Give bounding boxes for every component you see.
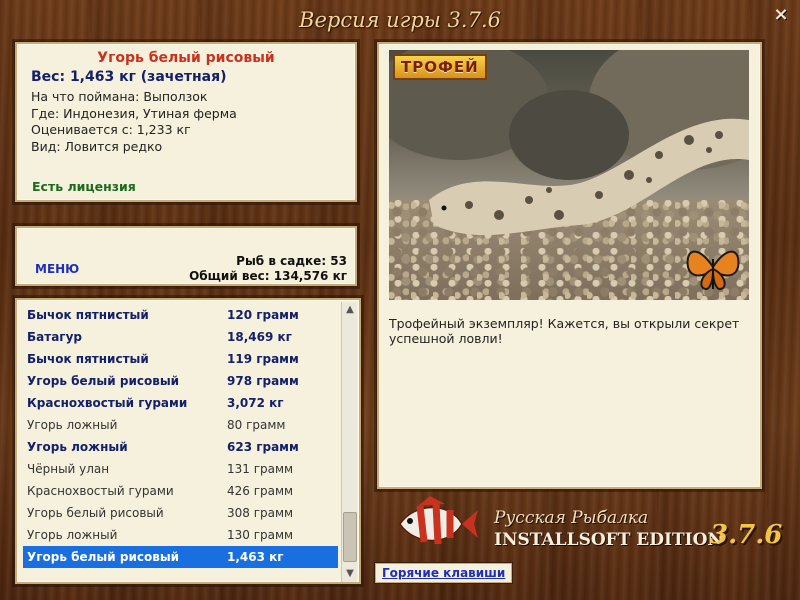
catch-fish-name: Угорь белый рисовый [27,506,164,520]
catch-list-row[interactable]: Угорь ложный 80 грамм [23,414,338,436]
catch-fish-name: Угорь белый рисовый [27,374,180,388]
fish-photo: ТРОФЕЙ [389,50,749,300]
fish-name: Угорь белый рисовый [97,50,275,66]
catch-fish-weight: 978 грамм [227,374,299,388]
catch-fish-weight: 80 грамм [227,418,286,432]
catch-list-row[interactable]: Угорь белый рисовый 978 грамм [23,370,338,392]
menu-button[interactable]: МЕНЮ [35,262,79,276]
catch-fish-name: Краснохвостый гурами [27,484,174,498]
catch-fish-name: Угорь ложный [27,440,128,454]
catch-list-row[interactable]: Чёрный улан 131 грамм [23,458,338,480]
catch-fish-name: Бычок пятнистый [27,352,149,366]
catch-fish-weight: 3,072 кг [227,396,284,410]
catch-fish-name: Краснохвостый гурами [27,396,188,410]
license-status: Есть лицензия [32,179,136,194]
catch-fish-weight: 623 грамм [227,440,299,454]
brand-title: Русская Рыбалка [494,508,649,528]
scroll-up-arrow-icon[interactable]: ▲ [342,302,358,318]
hotkeys-button[interactable]: Горячие клавиши [373,562,514,584]
total-weight: Общий вес: 134,576 кг [189,269,347,283]
bait-line: На что поймана: Выползок [31,89,208,104]
catch-list-row[interactable]: Батагур 18,469 кг [23,326,338,348]
close-button[interactable]: × [772,6,790,24]
brand-fish-logo [399,496,478,545]
keepnet-panel: МЕНЮ Рыб в садке: 53 Общий вес: 134,576 … [14,225,358,287]
trophy-badge: ТРОФЕЙ [393,54,487,80]
catch-list-rows: Бычок пятнистый 120 грамм Батагур 18,469 кг… [17,304,359,568]
butterfly-icon [686,250,740,291]
fish-count: Рыб в садке: 53 [236,254,347,268]
trophy-panel: ТРОФЕЙ Трофейный экземпляр! Кажется, вы … [376,41,763,490]
brand-edition: INSTALLSOFT EDITION [494,530,723,550]
catch-fish-name: Чёрный улан [27,462,110,476]
rarity-line: Вид: Ловится редко [31,138,163,154]
catch-fish-name: Бычок пятнистый [27,308,149,322]
catch-fish-name: Батагур [27,330,82,344]
catch-fish-name: Угорь ложный [27,528,118,542]
catch-fish-weight: 131 грамм [227,462,294,476]
catch-fish-weight: 130 грамм [227,528,294,542]
catch-list-row[interactable]: Угорь ложный 130 грамм [23,524,338,546]
trophy-caption: Трофейный экземпляр! Кажется, вы открыли… [389,316,740,346]
catch-fish-name: Угорь белый рисовый [27,550,180,564]
catch-list-row[interactable]: Краснохвостый гурами 3,072 кг [23,392,338,414]
catch-fish-name: Угорь ложный [27,418,118,432]
scrollbar[interactable]: ▲ ▼ [341,302,357,582]
catch-list[interactable]: Бычок пятнистый 120 грамм Батагур 18,469 кг… [14,297,362,585]
catch-fish-weight: 308 грамм [227,506,294,520]
catch-fish-weight: 18,469 кг [227,330,292,344]
version-title: Версия игры 3.7.6 [299,8,501,32]
keepnet-stats: Рыб в садке: 53 Общий вес: 134,576 кг [189,254,347,284]
catch-list-row[interactable]: Бычок пятнистый 119 грамм [23,348,338,370]
catch-fish-weight: 1,463 кг [227,550,284,564]
catch-list-row[interactable]: Краснохвостый гурами 426 грамм [23,480,338,502]
scrollbar-thumb[interactable] [343,512,357,562]
catch-list-row[interactable]: Угорь белый рисовый 1,463 кг [23,546,338,568]
scroll-down-arrow-icon[interactable]: ▼ [342,566,358,582]
catch-list-row[interactable]: Угорь белый рисовый 308 грамм [23,502,338,524]
catch-fish-weight: 426 грамм [227,484,294,498]
catch-list-row[interactable]: Угорь ложный 623 грамм [23,436,338,458]
fish-info-panel: Угорь белый рисовый Вес: 1,463 кг (зачет… [14,41,358,203]
fish-weight: Вес: 1,463 кг (зачетная) [31,69,227,85]
location-line: Где: Индонезия, Утиная ферма [31,105,237,121]
catch-fish-weight: 119 грамм [227,352,299,366]
rating-line: Оценивается с: 1,233 кг [31,122,191,137]
catch-fish-weight: 120 грамм [227,308,299,322]
brand-version: 3.7.6 [710,520,783,550]
catch-list-row[interactable]: Бычок пятнистый 120 грамм [23,304,338,326]
